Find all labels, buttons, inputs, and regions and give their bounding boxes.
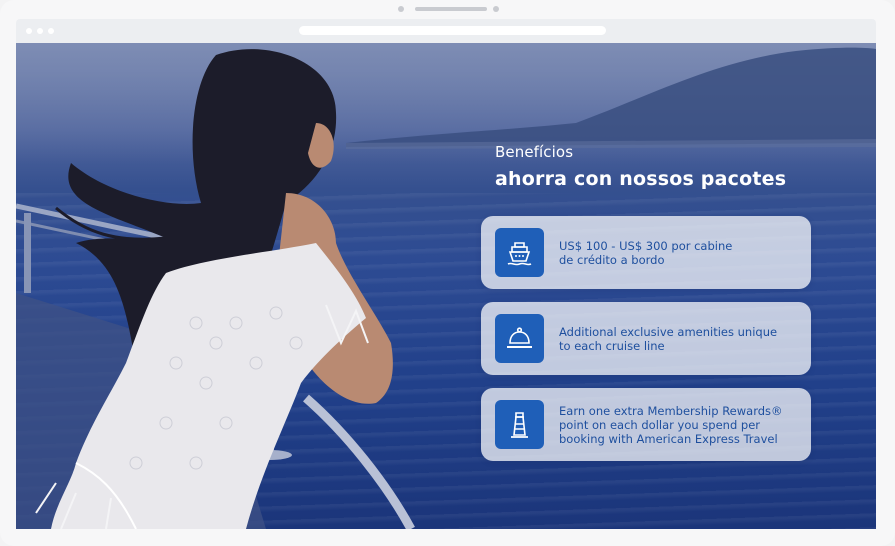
lighthouse-icon [495,400,544,449]
hero-headline: ahorra con nossos pacotes [495,168,787,190]
benefit-card-onboard-credit[interactable]: US$ 100 - US$ 300 por cabine de crédito … [481,216,811,289]
sensor-dot [493,6,499,12]
room-service-bell-icon [495,314,544,363]
speaker-slot [415,7,487,11]
camera-dot [398,6,404,12]
benefit-text: Earn one extra Membership Rewards® point… [559,403,783,446]
benefit-text: Additional exclusive amenities unique to… [559,324,778,353]
section-eyebrow: Benefícios [495,143,574,161]
benefit-text: US$ 100 - US$ 300 por cabine de crédito … [559,238,733,267]
benefit-card-membership-rewards[interactable]: Earn one extra Membership Rewards® point… [481,388,811,461]
device-frame: Benefícios ahorra con nossos pacotes US$… [0,0,895,546]
window-dot-1[interactable] [26,28,32,34]
device-top-bar [0,6,895,14]
address-bar[interactable] [299,26,606,35]
browser-toolbar [16,19,876,43]
cruise-ship-icon [495,228,544,277]
benefit-card-amenities[interactable]: Additional exclusive amenities unique to… [481,302,811,375]
hero-banner: Benefícios ahorra con nossos pacotes US$… [16,43,876,529]
hero-copy: Benefícios ahorra con nossos pacotes [495,143,786,190]
window-dot-2[interactable] [37,28,43,34]
window-dot-3[interactable] [48,28,54,34]
